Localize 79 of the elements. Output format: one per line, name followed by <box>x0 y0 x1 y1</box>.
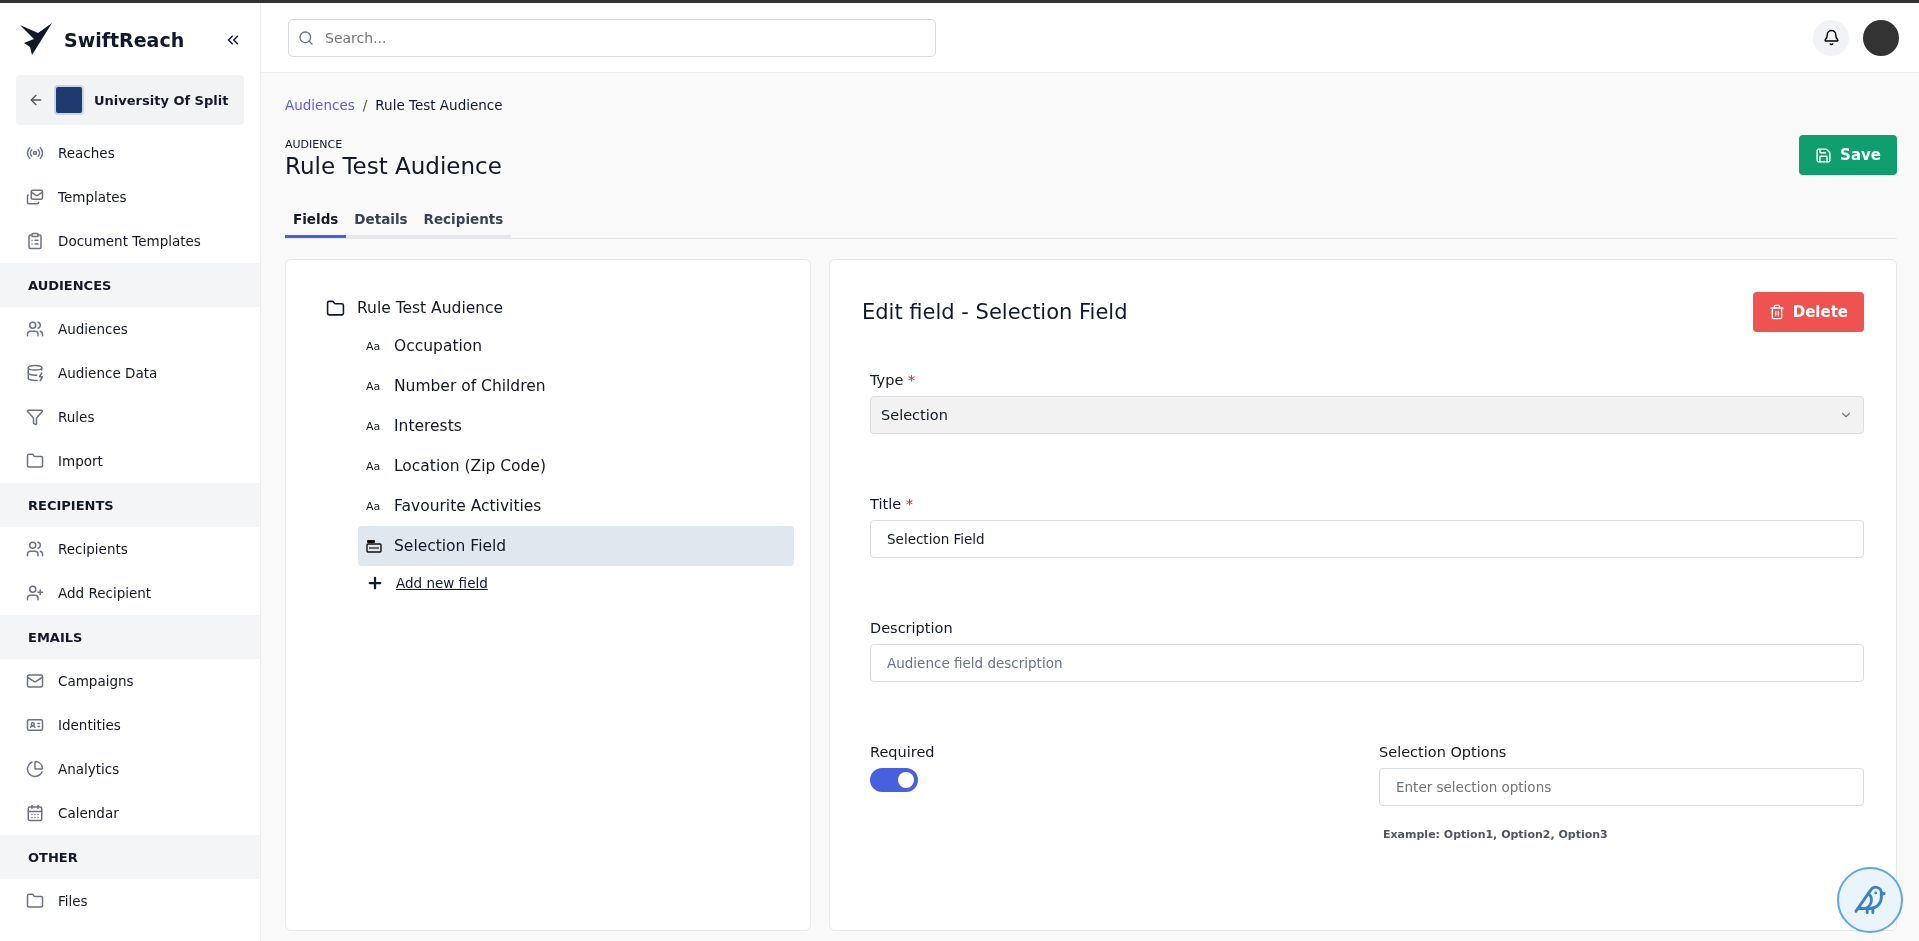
list-type-icon <box>366 539 382 553</box>
type-select[interactable]: Selection <box>870 396 1864 434</box>
tree-field-item[interactable]: Aa Location (Zip Code) <box>358 446 794 486</box>
avatar[interactable] <box>1863 19 1899 56</box>
sidebar-item-icon <box>26 892 44 910</box>
sidebar-item-icon <box>26 452 44 470</box>
sidebar-item-icon <box>26 408 44 426</box>
field-label: Required <box>870 744 936 760</box>
page-overline: AUDIENCE <box>285 138 344 151</box>
sidebar-item[interactable]: Import <box>0 439 260 483</box>
description-input[interactable]: Audience field description <box>870 644 1864 682</box>
sidebar-item-icon <box>26 320 44 338</box>
page-title: Rule Test Audience <box>285 153 502 179</box>
tree-field-item[interactable]: Aa Favourite Activities <box>358 486 794 526</box>
breadcrumb-separator: / <box>362 97 368 113</box>
breadcrumb-link[interactable]: Audiences <box>285 97 355 113</box>
organization-switcher[interactable]: University Of Split <box>16 75 244 125</box>
text-type-icon: Aa <box>366 419 382 433</box>
sidebar-item[interactable]: Audiences <box>0 307 260 351</box>
tab[interactable]: Fields <box>285 205 347 238</box>
sidebar-section-heading: OTHER <box>0 835 260 879</box>
text-type-icon: Aa <box>366 459 382 473</box>
sidebar-item[interactable]: Document Templates <box>0 219 260 263</box>
sidebar-section-heading: EMAILS <box>0 615 260 659</box>
tree-field-item[interactable]: Aa Number of Children <box>358 366 794 406</box>
tree-field-item[interactable]: Aa Interests <box>358 406 794 446</box>
required-toggle[interactable] <box>870 768 918 792</box>
bell-icon <box>1822 29 1840 46</box>
tree-root[interactable]: Rule Test Audience <box>302 294 794 326</box>
sidebar-item-icon <box>26 232 44 250</box>
sidebar-item-icon <box>26 760 44 778</box>
sidebar-item[interactable]: Calendar <box>0 791 260 835</box>
sidebar-item[interactable]: Files <box>0 879 260 923</box>
sidebar-item[interactable]: Analytics <box>0 747 260 791</box>
field-label: Title * <box>870 496 914 512</box>
trash-icon <box>1768 304 1785 320</box>
text-type-icon: Aa <box>366 339 382 353</box>
tab[interactable]: Details <box>346 205 416 238</box>
search-field[interactable]: Search... <box>288 18 936 57</box>
sidebar-item-icon <box>26 144 44 162</box>
add-field-link[interactable]: Add new field <box>396 575 488 591</box>
options-input[interactable]: Enter selection options <box>1379 768 1864 806</box>
sidebar-item[interactable]: Campaigns <box>0 659 260 703</box>
sidebar-item[interactable]: Audience Data <box>0 351 260 395</box>
sidebar-item-icon <box>26 716 44 734</box>
sidebar-item[interactable]: Reaches <box>0 131 260 175</box>
sidebar-section-heading: AUDIENCES <box>0 263 260 307</box>
sidebar-item[interactable]: Rules <box>0 395 260 439</box>
sidebar-item-icon <box>26 804 44 822</box>
plus-icon <box>366 574 384 592</box>
text-type-icon: Aa <box>366 499 382 513</box>
notifications-button[interactable] <box>1813 19 1849 56</box>
sidebar-item-icon <box>26 584 44 602</box>
field-label: Type * <box>870 372 917 388</box>
sidebar-item[interactable]: Add Recipient <box>0 571 260 615</box>
organization-logo <box>54 85 84 115</box>
editor-title: Edit field - Selection Field <box>862 300 1128 324</box>
text-type-icon: Aa <box>366 379 382 393</box>
breadcrumb-link[interactable]: Rule Test Audience <box>375 97 503 113</box>
folder-icon <box>326 298 345 318</box>
organization-name: University Of Split <box>94 92 229 108</box>
sidebar-item[interactable]: Recipients <box>0 527 260 571</box>
search-icon <box>298 29 314 46</box>
sidebar-section-heading: RECIPIENTS <box>0 483 260 527</box>
sidebar-item-icon <box>26 540 44 558</box>
sidebar-item[interactable]: Templates <box>0 175 260 219</box>
tree-field-item[interactable]: Selection Field <box>358 526 794 566</box>
options-hint: Example: Option1, Option2, Option3 <box>1383 828 1609 841</box>
brand-name: SwiftReach <box>64 29 186 51</box>
sidebar-item[interactable]: Identities <box>0 703 260 747</box>
sidebar-item-icon <box>26 672 44 690</box>
title-input[interactable]: Selection Field <box>870 520 1864 558</box>
tree-field-item[interactable]: Aa Occupation <box>358 326 794 366</box>
bird-icon <box>1853 883 1887 917</box>
field-label: Description <box>870 620 954 636</box>
field-label: Selection Options <box>1379 744 1508 760</box>
sidebar-item-icon <box>26 188 44 206</box>
sidebar-item-icon <box>26 364 44 382</box>
tab[interactable]: Recipients <box>415 205 512 238</box>
